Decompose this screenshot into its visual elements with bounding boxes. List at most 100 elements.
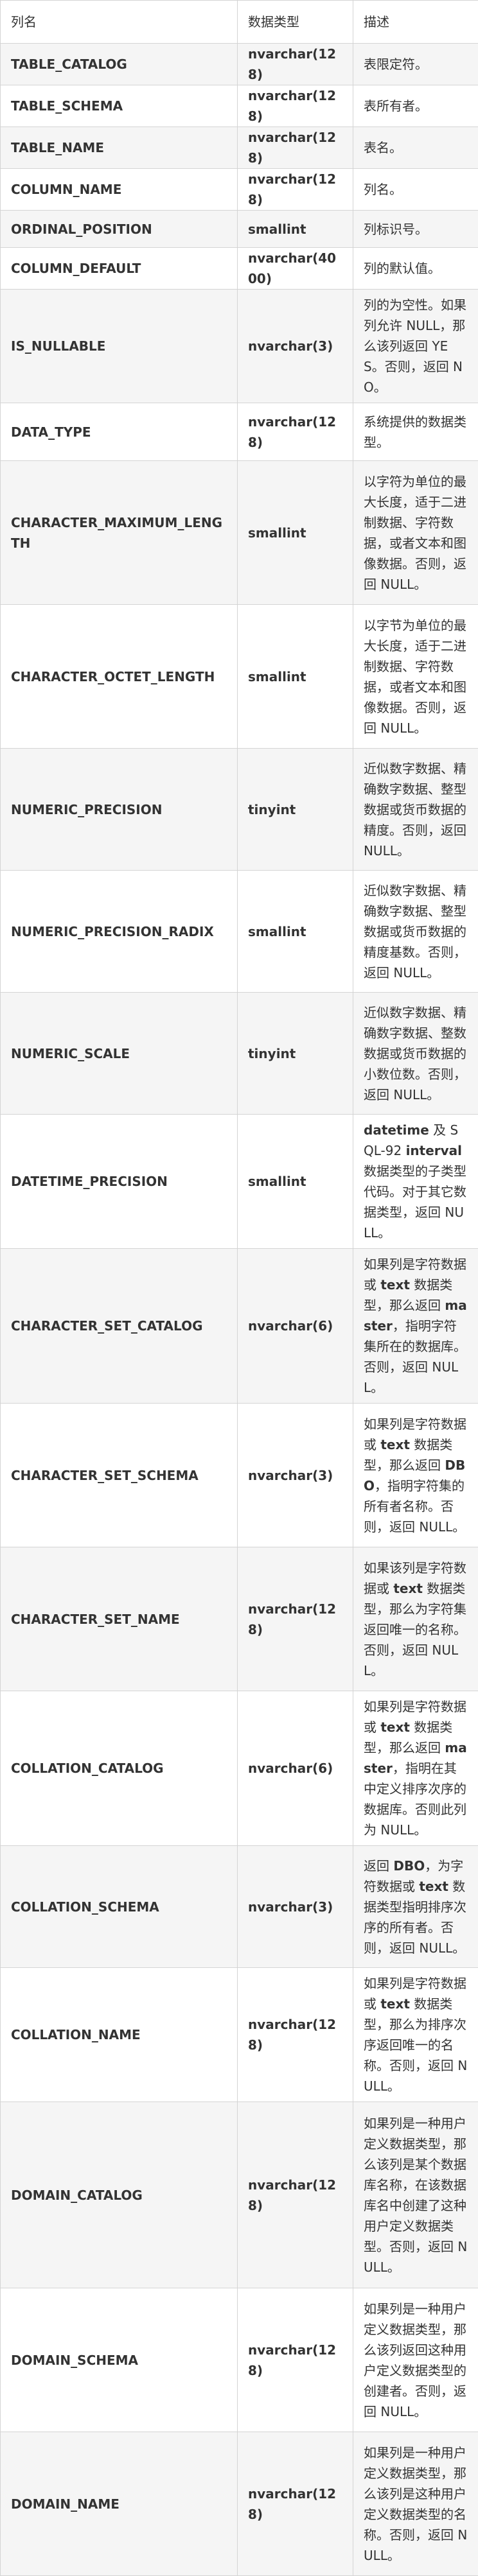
description-cell: 列的默认值。 bbox=[353, 248, 478, 290]
column-name-cell: CHARACTER_SET_SCHEMA bbox=[1, 1404, 238, 1547]
column-name-cell: NUMERIC_PRECISION_RADIX bbox=[1, 871, 238, 993]
column-name-cell: COLLATION_SCHEMA bbox=[1, 1846, 238, 1968]
data-type-cell: smallint bbox=[238, 871, 353, 993]
description-text: 列名。 bbox=[364, 182, 402, 197]
column-name-cell: DATETIME_PRECISION bbox=[1, 1115, 238, 1249]
data-type-cell: nvarchar(128) bbox=[238, 403, 353, 461]
table-row: NUMERIC_PRECISIONtinyint近似数字数据、精确数字数据、整型… bbox=[1, 749, 478, 871]
data-type-cell: nvarchar(128) bbox=[238, 1968, 353, 2102]
description-cell: 近似数字数据、精确数字数据、整型数据或货币数据的精度基数。否则，返回 NULL。 bbox=[353, 871, 478, 993]
description-cell: 近似数字数据、精确数字数据、整型数据或货币数据的精度。否则，返回 NULL。 bbox=[353, 749, 478, 871]
table-body: TABLE_CATALOGnvarchar(128)表限定符。TABLE_SCH… bbox=[1, 44, 478, 2576]
description-keyword: text bbox=[380, 1277, 410, 1292]
description-text: 数据类型的子类型代码。对于其它数据类型，返回 NULL。 bbox=[364, 1163, 466, 1240]
table-row: NUMERIC_PRECISION_RADIXsmallint近似数字数据、精确… bbox=[1, 871, 478, 993]
table-row: TABLE_CATALOGnvarchar(128) 表限定符。 bbox=[1, 44, 478, 85]
column-name-cell: DOMAIN_NAME bbox=[1, 2432, 238, 2576]
description-cell: 表名。 bbox=[353, 127, 478, 169]
description-text: 如果列是一种用户定义数据类型，那么该列是这种用户定义数据类型的名称。否则，返回 … bbox=[364, 2445, 467, 2563]
data-type-cell: nvarchar(3) bbox=[238, 1404, 353, 1547]
table-row: DATETIME_PRECISIONsmallintdatetime 及 SQL… bbox=[1, 1115, 478, 1249]
table-row: DATA_TYPEnvarchar(128) 系统提供的数据类型。 bbox=[1, 403, 478, 461]
table-row: ORDINAL_POSITIONsmallint列标识号。 bbox=[1, 211, 478, 248]
column-name-cell: NUMERIC_PRECISION bbox=[1, 749, 238, 871]
data-type-cell: smallint bbox=[238, 605, 353, 749]
description-cell: 如果列是字符数据或 text 数据类型，那么返回 master，指明在其中定义排… bbox=[353, 1691, 478, 1846]
data-type-cell: smallint bbox=[238, 211, 353, 248]
description-keyword: interval bbox=[406, 1143, 462, 1158]
description-text: 表限定符。 bbox=[364, 57, 428, 72]
description-text: 以字符为单位的最大长度，适于二进制数据、字符数据，或者文本和图像数据。否则，返回… bbox=[364, 474, 466, 592]
description-text: 近似数字数据、精确数字数据、整型数据或货币数据的精度。否则，返回 NULL。 bbox=[364, 761, 466, 858]
description-cell: 以字符为单位的最大长度，适于二进制数据、字符数据，或者文本和图像数据。否则，返回… bbox=[353, 461, 478, 605]
data-type-cell: nvarchar(128) bbox=[238, 2288, 353, 2432]
header-row: 列名 数据类型 描述 bbox=[1, 1, 478, 44]
column-name-cell: CHARACTER_SET_CATALOG bbox=[1, 1249, 238, 1404]
description-text: 返回 bbox=[364, 1858, 393, 1874]
table-row: COLLATION_NAMEnvarchar(128)如果列是字符数据或 tex… bbox=[1, 1968, 478, 2102]
description-cell: 列的为空性。如果列允许 NULL，那么该列返回 YES。否则，返回 NO。 bbox=[353, 290, 478, 403]
description-keyword: datetime bbox=[364, 1122, 429, 1138]
data-type-cell: smallint bbox=[238, 461, 353, 605]
column-name-cell: IS_NULLABLE bbox=[1, 290, 238, 403]
description-cell: 列标识号。 bbox=[353, 211, 478, 248]
description-cell: 如果列是一种用户定义数据类型，那么该列是某个数据库名称，在该数据库名中创建了这种… bbox=[353, 2102, 478, 2288]
description-text: 列标识号。 bbox=[364, 222, 428, 237]
column-name-cell: CHARACTER_SET_NAME bbox=[1, 1547, 238, 1691]
data-type-cell: nvarchar(6) bbox=[238, 1691, 353, 1846]
column-name-cell: COLLATION_CATALOG bbox=[1, 1691, 238, 1846]
description-cell: 表所有者。 bbox=[353, 85, 478, 127]
description-text: 近似数字数据、精确数字数据、整型数据或货币数据的精度基数。否则，返回 NULL。 bbox=[364, 883, 466, 980]
data-type-cell: tinyint bbox=[238, 993, 353, 1115]
data-type-cell: nvarchar(128) bbox=[238, 85, 353, 127]
description-keyword: text bbox=[380, 1719, 410, 1735]
table-row: NUMERIC_SCALEtinyint近似数字数据、精确数字数据、整数数据或货… bbox=[1, 993, 478, 1115]
data-type-cell: nvarchar(4000) bbox=[238, 248, 353, 290]
data-type-cell: tinyint bbox=[238, 749, 353, 871]
table-row: CHARACTER_SET_CATALOGnvarchar(6)如果列是字符数据… bbox=[1, 1249, 478, 1404]
description-cell: 返回 DBO，为字符数据或 text 数据类型指明排序次序的所有者。否则，返回 … bbox=[353, 1846, 478, 1968]
table-row: DOMAIN_SCHEMAnvarchar(128)如果列是一种用户定义数据类型… bbox=[1, 2288, 478, 2432]
description-cell: 列名。 bbox=[353, 169, 478, 211]
column-name-cell: COLLATION_NAME bbox=[1, 1968, 238, 2102]
column-name-cell: DOMAIN_SCHEMA bbox=[1, 2288, 238, 2432]
data-type-cell: nvarchar(3) bbox=[238, 290, 353, 403]
description-cell: 表限定符。 bbox=[353, 44, 478, 85]
column-name-cell: CHARACTER_OCTET_LENGTH bbox=[1, 605, 238, 749]
description-cell: 如果列是字符数据或 text 数据类型，那么返回 DBO，指明字符集的所有者名称… bbox=[353, 1404, 478, 1547]
data-type-cell: nvarchar(6) bbox=[238, 1249, 353, 1404]
description-text: 表所有者。 bbox=[364, 98, 428, 114]
description-cell: 如果列是字符数据或 text 数据类型，那么返回 master，指明字符集所在的… bbox=[353, 1249, 478, 1404]
column-name-cell: CHARACTER_MAXIMUM_LENGTH bbox=[1, 461, 238, 605]
data-type-cell: nvarchar(128) bbox=[238, 44, 353, 85]
column-name-cell: TABLE_CATALOG bbox=[1, 44, 238, 85]
description-keyword: DBO bbox=[393, 1858, 425, 1874]
column-name-cell: TABLE_SCHEMA bbox=[1, 85, 238, 127]
description-keyword: text bbox=[380, 1437, 410, 1452]
description-text: 列的默认值。 bbox=[364, 261, 441, 276]
description-text: 列的为空性。如果列允许 NULL，那么该列返回 YES。否则，返回 NO。 bbox=[364, 297, 466, 395]
description-text: 如果列是一种用户定义数据类型，那么该列是某个数据库名称，在该数据库名中创建了这种… bbox=[364, 2116, 467, 2275]
table-row: COLLATION_SCHEMAnvarchar(3)返回 DBO，为字符数据或… bbox=[1, 1846, 478, 1968]
table-row: CHARACTER_SET_SCHEMAnvarchar(3)如果列是字符数据或… bbox=[1, 1404, 478, 1547]
table-row: COLLATION_CATALOGnvarchar(6)如果列是字符数据或 te… bbox=[1, 1691, 478, 1846]
column-name-cell: COLUMN_NAME bbox=[1, 169, 238, 211]
description-cell: 如果列是一种用户定义数据类型，那么该列返回这种用户定义数据类型的创建者。否则，返… bbox=[353, 2288, 478, 2432]
description-cell: datetime 及 SQL-92 interval 数据类型的子类型代码。对于… bbox=[353, 1115, 478, 1249]
table-row: COLUMN_NAMEnvarchar(128)列名。 bbox=[1, 169, 478, 211]
column-name-cell: DATA_TYPE bbox=[1, 403, 238, 461]
description-text: 表名。 bbox=[364, 140, 402, 155]
description-text: ，指明字符集的所有者名称。否则，返回 NULL。 bbox=[364, 1478, 465, 1535]
table-row: COLUMN_DEFAULTnvarchar(4000) 列的默认值。 bbox=[1, 248, 478, 290]
data-type-cell: nvarchar(128) bbox=[238, 2102, 353, 2288]
description-text: 系统提供的数据类型。 bbox=[364, 414, 466, 450]
description-cell: 系统提供的数据类型。 bbox=[353, 403, 478, 461]
table-row: IS_NULLABLEnvarchar(3)列的为空性。如果列允许 NULL，那… bbox=[1, 290, 478, 403]
description-text: 以字节为单位的最大长度，适于二进制数据、字符数据，或者文本和图像数据。否则，返回… bbox=[364, 618, 466, 736]
description-cell: 如果列是字符数据或 text 数据类型，那么为排序次序返回唯一的名称。否则，返回… bbox=[353, 1968, 478, 2102]
column-name-cell: COLUMN_DEFAULT bbox=[1, 248, 238, 290]
table-row: TABLE_NAMEnvarchar(128)表名。 bbox=[1, 127, 478, 169]
description-cell: 如果该列是字符数据或 text 数据类型，那么为字符集返回唯一的名称。否则，返回… bbox=[353, 1547, 478, 1691]
data-type-cell: nvarchar(128) bbox=[238, 127, 353, 169]
table-row: CHARACTER_MAXIMUM_LENGTHsmallint以字符为单位的最… bbox=[1, 461, 478, 605]
